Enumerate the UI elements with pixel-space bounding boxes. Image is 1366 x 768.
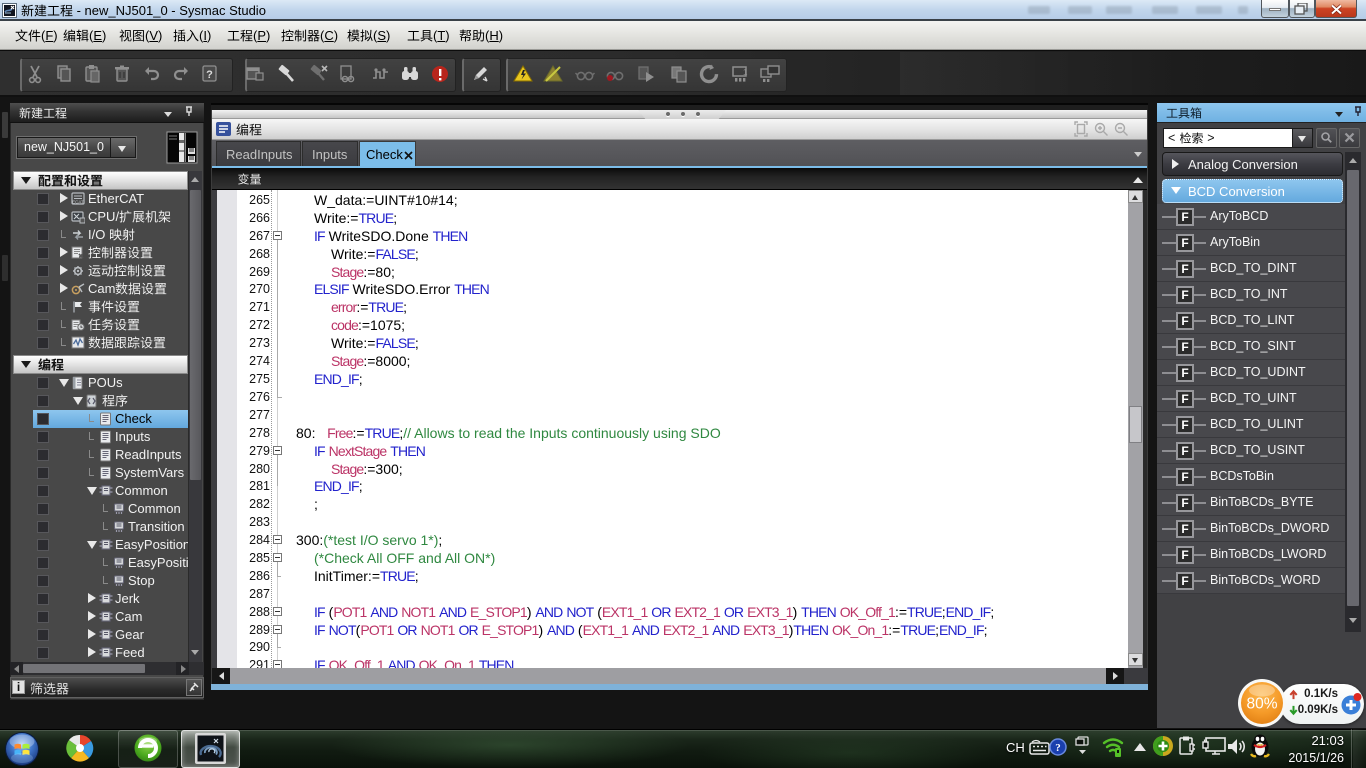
svg-text:1: 1 (743, 68, 748, 77)
svg-text:80%: 80% (1246, 696, 1277, 713)
svg-text:ECAT: ECAT (72, 200, 84, 205)
svg-text:?: ? (1055, 742, 1061, 754)
svg-text:?: ? (206, 69, 213, 81)
